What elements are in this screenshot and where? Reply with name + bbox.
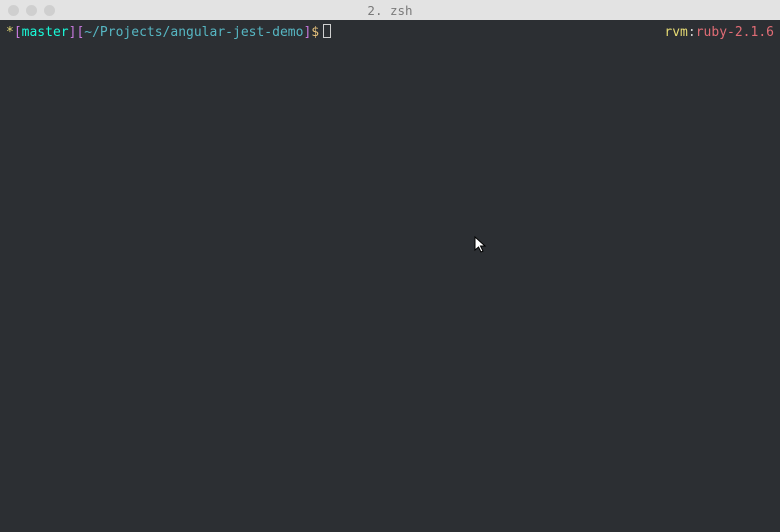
- window-titlebar: 2. zsh: [0, 0, 780, 20]
- terminal-body[interactable]: *[master][~/Projects/angular-jest-demo]$…: [0, 20, 780, 532]
- ruby-version: ruby-2.1.6: [696, 25, 774, 40]
- close-window-button[interactable]: [8, 5, 19, 16]
- git-branch: master: [22, 25, 69, 40]
- bracket-open: [: [14, 25, 22, 40]
- maximize-window-button[interactable]: [44, 5, 55, 16]
- minimize-window-button[interactable]: [26, 5, 37, 16]
- git-dirty-indicator: *: [6, 25, 14, 40]
- terminal-cursor: [323, 24, 331, 38]
- prompt-line: *[master][~/Projects/angular-jest-demo]$…: [6, 24, 774, 42]
- rvm-colon: :: [688, 25, 696, 40]
- window-title: 2. zsh: [0, 3, 780, 18]
- prompt-symbol: $: [311, 25, 319, 40]
- mouse-cursor-icon: [474, 236, 488, 254]
- prompt-right: rvm:ruby-2.1.6: [664, 24, 774, 42]
- prompt-left: *[master][~/Projects/angular-jest-demo]$: [6, 24, 331, 42]
- rvm-label: rvm: [664, 25, 687, 40]
- traffic-lights: [8, 5, 55, 16]
- working-directory: ~/Projects/angular-jest-demo: [84, 25, 303, 40]
